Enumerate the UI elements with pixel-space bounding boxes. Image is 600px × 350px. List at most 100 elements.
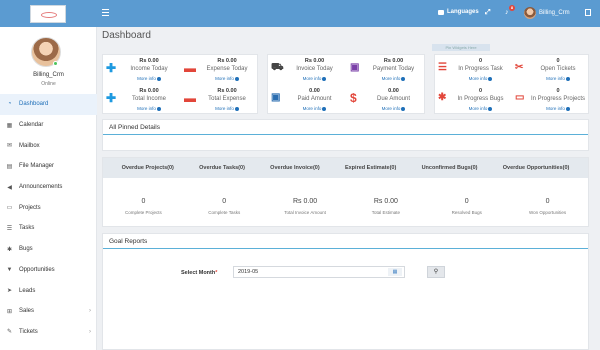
- sidebar-item-label: Opportunities: [19, 266, 55, 273]
- sidebar-item-mailbox[interactable]: ✉ Mailbox: [0, 135, 97, 156]
- more-info-link[interactable]: More info: [512, 76, 590, 81]
- stat-label: Total Income: [131, 96, 167, 102]
- more-info-link[interactable]: More info: [103, 76, 181, 81]
- month-input[interactable]: 2019-05 ▦: [233, 266, 405, 278]
- tab-overdue-tasks[interactable]: Overdue Tasks(0): [197, 165, 247, 171]
- tab-unconfirmed-bugs[interactable]: Unconfirmed Bugs(0): [420, 165, 480, 171]
- search-icon: ⚲: [433, 269, 439, 275]
- summary-label: Total Estimate: [371, 210, 401, 215]
- overdue-tabs: Overdue Projects(0) Overdue Tasks(0) Ove…: [103, 158, 588, 178]
- sidebar-item-tasks[interactable]: ☰ Tasks: [0, 218, 97, 239]
- more-info-link[interactable]: More info: [435, 106, 512, 111]
- more-info-link[interactable]: More info: [268, 106, 347, 111]
- invoice-today-stat: ⛟ Rs 0.00 Invoice Today More info: [268, 55, 347, 85]
- sidebar-item-tickets[interactable]: ✎ Tickets ›: [0, 322, 97, 343]
- total-income-stat: ✚ Rs 0.00 Total Income More info: [103, 85, 181, 115]
- sidebar-item-leads[interactable]: ➤ Leads: [0, 280, 97, 301]
- tab-overdue-opportunities[interactable]: Overdue Opportunities(0): [501, 165, 572, 171]
- dashboard-icon: ◔: [7, 101, 12, 108]
- stat-value: 0: [556, 88, 560, 94]
- sidebar-item-opportunities[interactable]: ▼ Opportunities: [0, 260, 97, 281]
- in-progress-projects-stat: ▭ 0 In Progress Projects More info: [512, 85, 590, 115]
- sidebar: Billing_Crm Online ◔ Dashboard ▦ Calendar …: [0, 27, 97, 350]
- income-today-stat: ✚ Rs 0.00 Income Today More info: [103, 55, 181, 85]
- settings-button[interactable]: [585, 9, 591, 16]
- pin-widgets-placeholder: Pin Widgets Here: [432, 44, 490, 51]
- bullhorn-icon: ◀: [7, 184, 12, 191]
- sidebar-user-status: Online: [41, 81, 56, 87]
- sidebar-item-dashboard[interactable]: ◔ Dashboard: [0, 94, 97, 115]
- more-info-link[interactable]: More info: [347, 76, 426, 81]
- finance-stats-card: ✚ Rs 0.00 Income Today More info ▬ Rs 0.…: [102, 54, 258, 114]
- app-logo[interactable]: [30, 5, 66, 23]
- avatar: [524, 7, 536, 19]
- stat-label: Paid Amount: [297, 96, 332, 102]
- more-info-link[interactable]: More info: [181, 106, 259, 111]
- work-stats-card: ☰ 0 In Progress Task More info ✂ 0 Open …: [434, 54, 589, 114]
- stat-value: 0: [556, 58, 560, 64]
- stat-value: 0: [478, 88, 483, 94]
- stat-label: In Progress Bugs: [457, 96, 504, 102]
- tab-expired-estimate[interactable]: Expired Estimate(0): [343, 165, 398, 171]
- stat-label: Open Tickets: [540, 66, 576, 72]
- page-title: Dashboard: [102, 30, 151, 41]
- stat-value: Rs 0.00: [217, 88, 237, 94]
- notifications-button[interactable]: ♪ 8: [505, 5, 515, 16]
- sidebar-item-sales[interactable]: ⊞ Sales ›: [0, 301, 97, 322]
- summary-label: Complete Projects: [125, 210, 162, 215]
- tab-overdue-invoice[interactable]: Overdue Invoice(0): [268, 165, 322, 171]
- tab-overdue-projects[interactable]: Overdue Projects(0): [120, 165, 176, 171]
- sidebar-item-label: File Manager: [19, 163, 55, 170]
- user-menu[interactable]: Billing_Crm: [524, 7, 570, 19]
- filter-icon: ▼: [6, 266, 13, 273]
- summary-total-estimate: Rs 0.00 Total Estimate: [346, 198, 426, 215]
- sidebar-item-label: Projects: [19, 204, 41, 211]
- goal-reports-title: Goal Reports: [103, 234, 588, 249]
- summary-value: 0: [141, 198, 146, 205]
- top-navbar: Languages ⤢ ♪ 8 Billing_Crm: [0, 0, 600, 27]
- languages-button[interactable]: Languages: [438, 9, 479, 15]
- stat-value: 0.00: [309, 88, 320, 94]
- summary-value: 0: [222, 198, 227, 205]
- summary-complete-tasks: 0 Complete Tasks: [184, 198, 264, 215]
- total-expense-stat: ▬ Rs 0.00 Total Expense More info: [181, 85, 259, 115]
- summary-value: 0: [545, 198, 550, 205]
- stat-value: Rs 0.00: [139, 58, 159, 64]
- more-info-link[interactable]: More info: [268, 76, 347, 81]
- sidebar-item-calendar[interactable]: ▦ Calendar: [0, 115, 97, 136]
- menu-toggle-icon[interactable]: [102, 9, 109, 18]
- fullscreen-button[interactable]: ⤢: [485, 9, 491, 17]
- search-button[interactable]: ⚲: [427, 266, 445, 278]
- notification-badge: 8: [509, 5, 515, 11]
- sidebar-item-projects[interactable]: ▭ Projects: [0, 197, 97, 218]
- stat-value: 0.00: [388, 88, 399, 94]
- more-info-link[interactable]: More info: [512, 106, 590, 111]
- more-info-link[interactable]: More info: [435, 76, 512, 81]
- stat-label: In Progress Projects: [530, 96, 586, 102]
- calendar-icon[interactable]: ▦: [388, 268, 402, 276]
- in-progress-task-stat: ☰ 0 In Progress Task More info: [435, 55, 512, 85]
- stat-label: Expense Today: [206, 66, 248, 72]
- more-info-link[interactable]: More info: [347, 106, 426, 111]
- stat-value: 0: [478, 58, 483, 64]
- more-info-link[interactable]: More info: [103, 106, 181, 111]
- summary-total-invoice: Rs 0.00 Total Invoice Amount: [265, 198, 345, 215]
- expand-icon: ⤢: [485, 9, 491, 16]
- pinned-details-title: All Pinned Details: [103, 120, 588, 135]
- stat-label: Payment Today: [372, 66, 415, 72]
- bug-icon: ✱: [6, 246, 13, 253]
- due-amount-stat: $ 0.00 Due Amount More info: [347, 85, 426, 115]
- sidebar-item-announcements[interactable]: ◀ Announcements: [0, 177, 97, 198]
- more-info-link[interactable]: More info: [181, 76, 259, 81]
- summary-label: Won Opportunities: [528, 210, 567, 215]
- summary-value: 0: [464, 198, 469, 205]
- tasks-icon: ☰: [6, 225, 13, 232]
- sidebar-item-label: Tasks: [19, 225, 35, 232]
- online-status-dot: [53, 61, 58, 66]
- envelope-icon: ✉: [6, 143, 13, 150]
- sidebar-item-bugs[interactable]: ✱ Bugs: [0, 239, 97, 260]
- top-user-name: Billing_Crm: [539, 10, 570, 16]
- stat-value: Rs 0.00: [304, 58, 325, 64]
- sidebar-item-file-manager[interactable]: ▤ File Manager: [0, 156, 97, 177]
- summary-resolved-bugs: 0 Resolved Bugs: [427, 198, 507, 215]
